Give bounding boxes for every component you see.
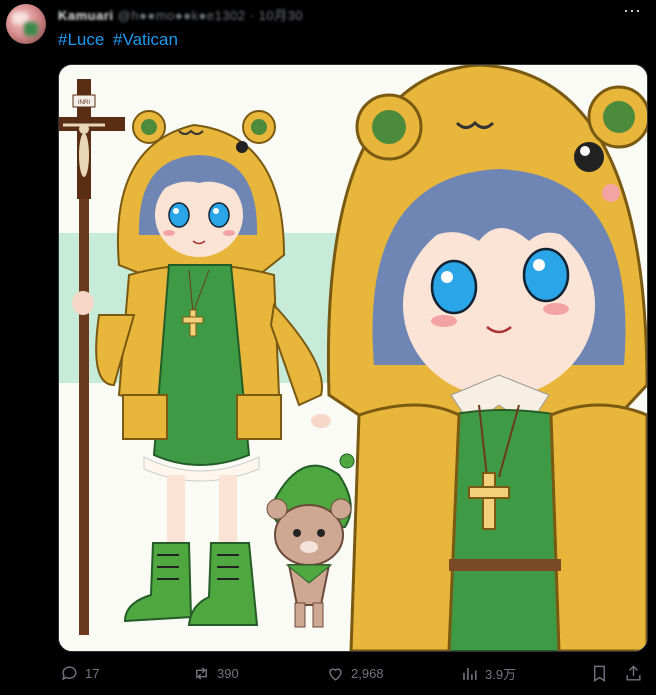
post-time[interactable]: · 10月30: [250, 8, 303, 23]
post-actions: 17 390 2,968 3.9万: [58, 660, 648, 692]
views-button[interactable]: 3.9万: [460, 664, 516, 683]
repost-icon: [196, 667, 207, 680]
bookmark-icon: [594, 665, 605, 682]
reply-count: 17: [85, 666, 100, 681]
illustration: INRI: [59, 65, 647, 651]
author-handle[interactable]: @h●●mo●●k●e1302: [118, 8, 246, 23]
share-button[interactable]: [624, 664, 643, 683]
girl-close-up: [326, 65, 647, 651]
like-count: 2,968: [351, 666, 384, 681]
like-button[interactable]: 2,968: [326, 664, 384, 683]
post-header: Kamuari @h●●mo●●k●e1302 · 10月30 ··· #Luc…: [0, 0, 656, 56]
repost-count: 390: [217, 666, 239, 681]
bookmark-button[interactable]: [590, 664, 609, 683]
hashtag-luce[interactable]: #Luce: [58, 30, 104, 49]
reply-icon: [62, 666, 77, 681]
hashtag-vatican[interactable]: #Vatican: [113, 30, 178, 49]
reply-button[interactable]: 17: [60, 664, 99, 683]
avatar[interactable]: [6, 4, 46, 44]
post-image[interactable]: INRI: [58, 64, 648, 652]
cross-sign: INRI: [78, 100, 90, 106]
share-icon: [626, 665, 641, 681]
more-icon[interactable]: ···: [618, 1, 646, 24]
author-line: Kamuari @h●●mo●●k●e1302 · 10月30: [58, 5, 303, 24]
views-icon: [463, 667, 477, 680]
views-count: 3.9万: [485, 667, 517, 682]
author-name[interactable]: Kamuari: [58, 8, 114, 23]
hashtags: #Luce #Vatican: [58, 30, 182, 50]
heart-icon: [329, 668, 342, 681]
repost-button[interactable]: 390: [192, 664, 239, 683]
